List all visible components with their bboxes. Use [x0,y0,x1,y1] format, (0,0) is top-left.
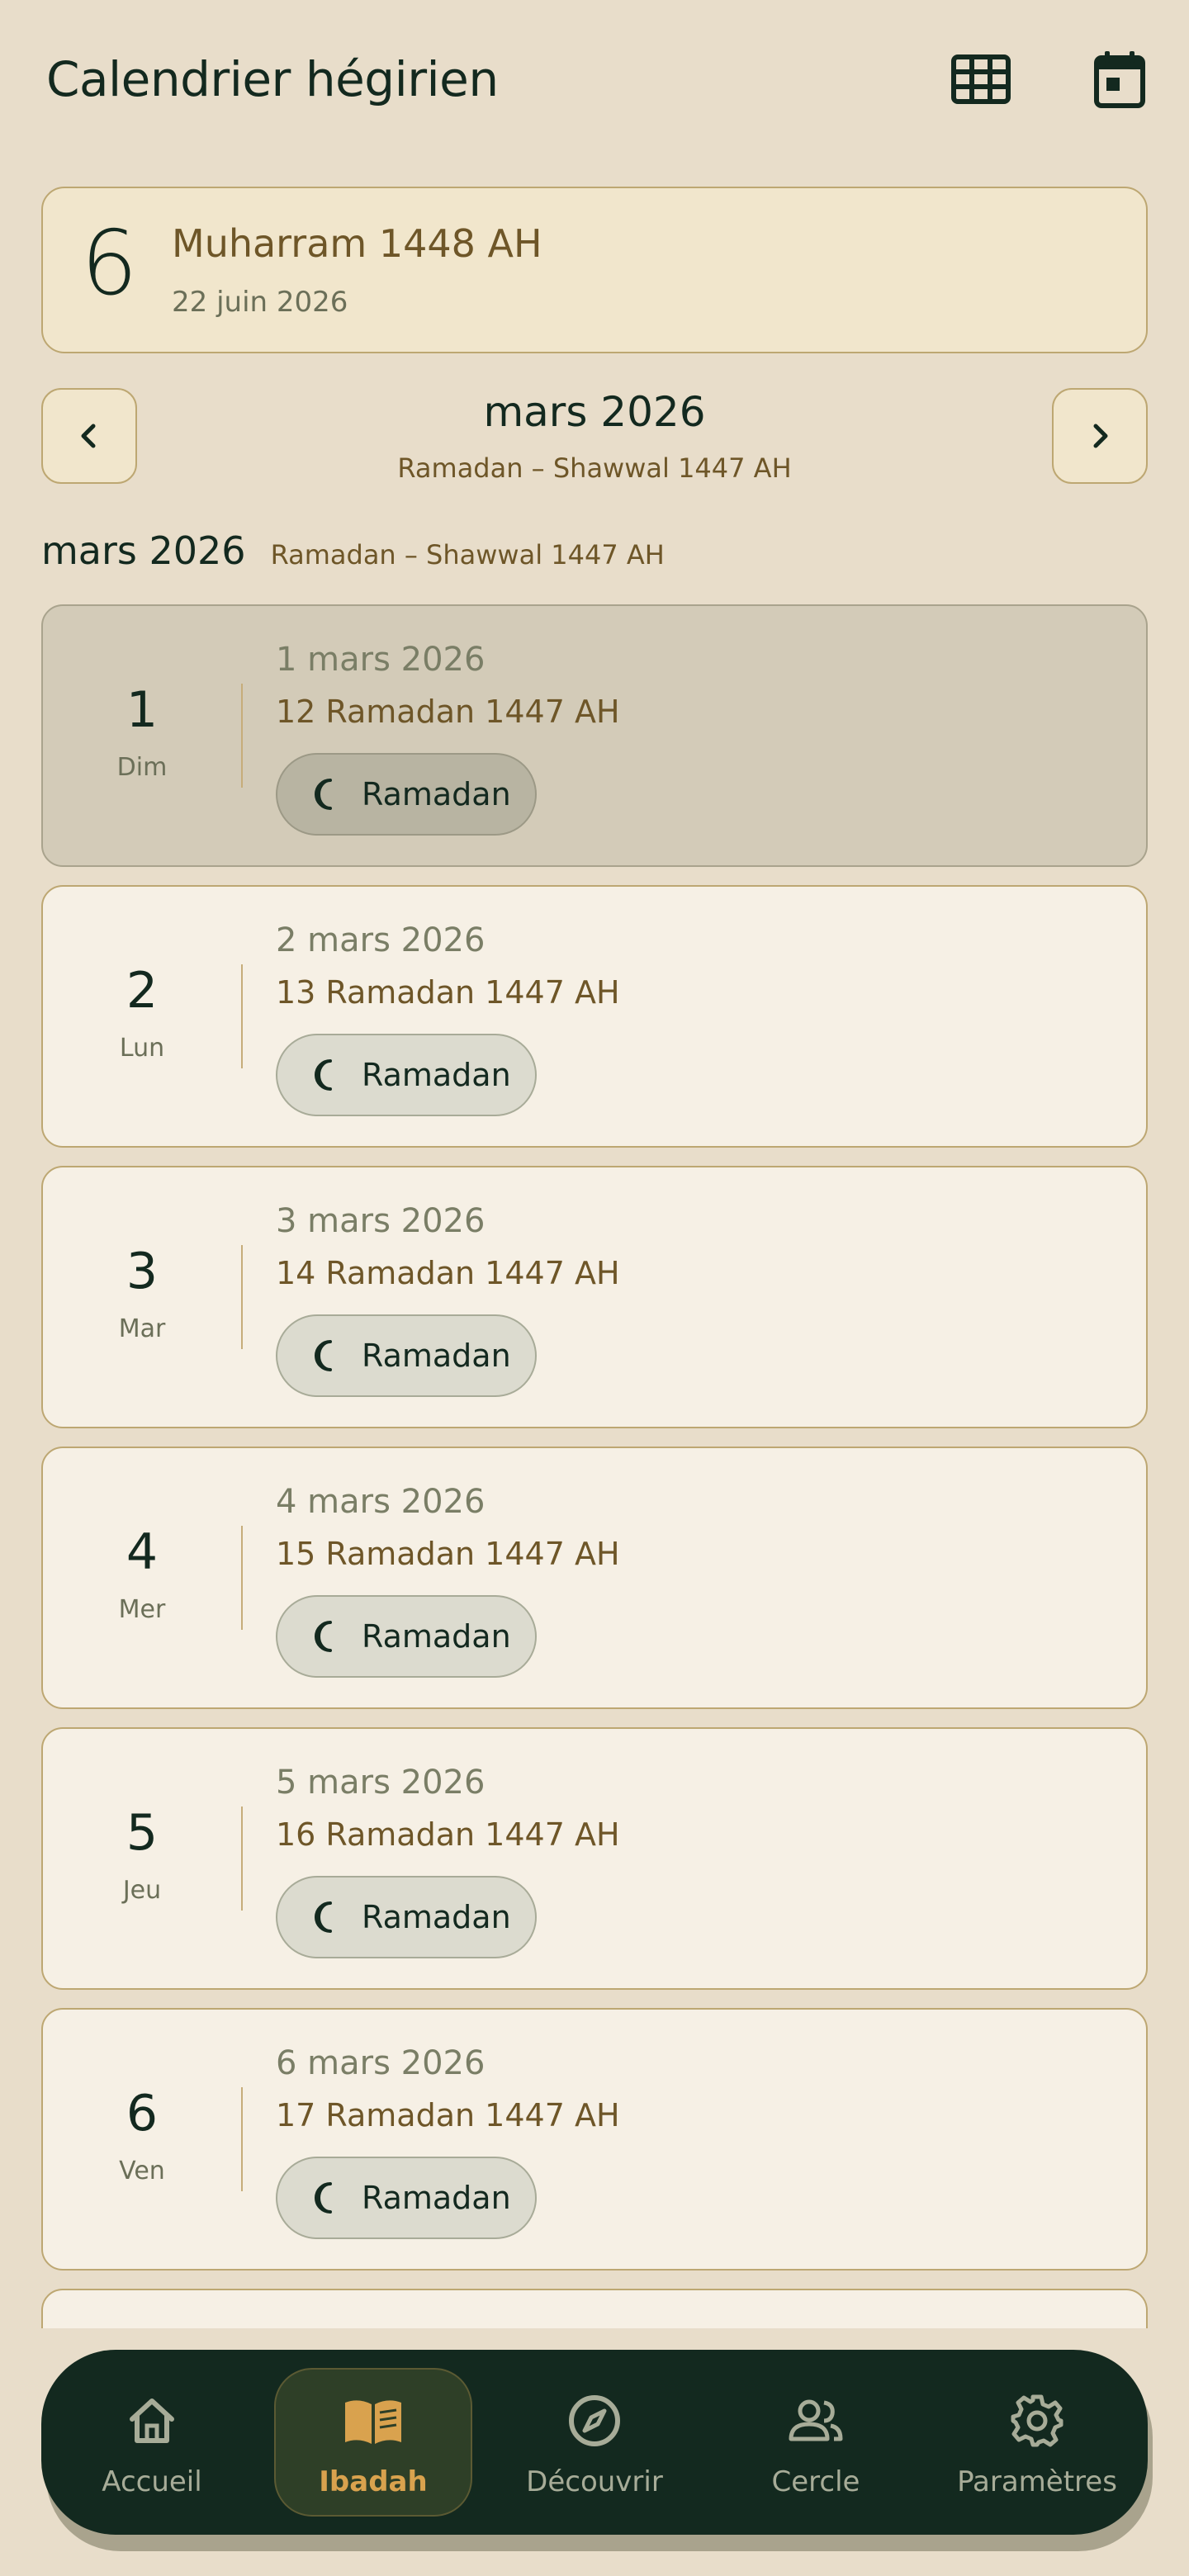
gregorian-date: 4 mars 2026 [276,1483,486,1521]
ramadan-tag[interactable]: Ramadan [276,753,537,836]
tag-label: Ramadan [362,2180,511,2216]
crescent-moon-icon [315,1621,332,1652]
bottom-nav-bar: Accueil Ibadah Découvrir Cercle Paramètr… [41,2350,1148,2535]
day-list[interactable]: 1 Dim 1 mars 2026 12 Ramadan 1447 AH Ram… [41,604,1148,2328]
hijri-date: 14 Ramadan 1447 AH [276,1255,620,1291]
tag-label: Ramadan [362,1618,511,1655]
nav-label: Cercle [771,2465,860,2498]
book-icon [345,2400,401,2444]
day-number: 1 [126,681,159,739]
hijri-date: 15 Ramadan 1447 AH [276,1536,620,1572]
chevron-right-icon [1093,424,1108,448]
people-icon [789,2399,843,2441]
day-number: 5 [126,1804,159,1862]
crescent-moon-icon [315,1059,332,1091]
day-weekday: Dim [116,753,168,782]
app-header: Calendrier hégirien [0,0,1189,165]
crescent-moon-icon [315,1901,332,1933]
divider [241,964,243,1068]
hijri-calendar-screen: Calendrier hégirien 6 Muharram 1448 AH 2 [0,0,1189,2576]
gregorian-date: 5 mars 2026 [276,1764,486,1802]
gregorian-date: 2 mars 2026 [276,921,486,959]
day-weekday: Mer [118,1595,166,1624]
nav-label: Découvrir [526,2465,663,2498]
hijri-date: 12 Ramadan 1447 AH [276,694,620,730]
day-card[interactable]: 5 Jeu 5 mars 2026 16 Ramadan 1447 AH Ram… [41,1727,1148,1990]
today-gregorian-date: 22 juin 2026 [172,286,348,319]
day-number: 4 [126,1523,159,1581]
nav-item-ibadah[interactable]: Ibadah [263,2350,484,2535]
day-card[interactable]: 1 Dim 1 mars 2026 12 Ramadan 1447 AH Ram… [41,604,1148,867]
hijri-date: 17 Ramadan 1447 AH [276,2097,620,2133]
nav-item-parametres[interactable]: Paramètres [926,2350,1148,2535]
crescent-moon-icon [315,2182,332,2214]
day-card[interactable]: 6 Ven 6 mars 2026 17 Ramadan 1447 AH Ram… [41,2008,1148,2271]
tag-label: Ramadan [362,1057,511,1093]
month-title: mars 2026 [483,388,706,436]
ramadan-tag[interactable]: Ramadan [276,2157,537,2239]
divider [241,1807,243,1911]
day-card[interactable]: 2 Lun 2 mars 2026 13 Ramadan 1447 AH Ram… [41,885,1148,1148]
next-month-button[interactable] [1052,388,1148,484]
day-weekday: Lun [119,1034,165,1063]
ramadan-tag[interactable]: Ramadan [276,1034,537,1116]
home-icon [130,2398,174,2443]
crescent-moon-icon [315,1340,332,1371]
day-weekday: Jeu [122,1876,162,1905]
nav-label: Ibadah [319,2465,428,2498]
nav-label: Accueil [102,2465,202,2498]
day-card[interactable]: 4 Mer 4 mars 2026 15 Ramadan 1447 AH Ram… [41,1447,1148,1709]
ramadan-tag[interactable]: Ramadan [276,1595,537,1678]
calendar-today-icon [1094,51,1145,108]
section-header: mars 2026 Ramadan – Shawwal 1447 AH [41,528,665,573]
ramadan-tag[interactable]: Ramadan [276,1876,537,1958]
calendar-today-button[interactable] [1087,46,1153,112]
day-card[interactable]: 3 Mar 3 mars 2026 14 Ramadan 1447 AH Ram… [41,1166,1148,1428]
today-card[interactable]: 6 Muharram 1448 AH 22 juin 2026 [41,187,1148,353]
crescent-moon-icon [315,779,332,810]
day-card-partial[interactable] [41,2289,1148,2328]
grid-view-icon [951,54,1011,104]
ramadan-tag[interactable]: Ramadan [276,1314,537,1397]
hijri-date: 13 Ramadan 1447 AH [276,974,620,1011]
gear-icon [1011,2394,1063,2447]
page-title: Calendrier hégirien [46,51,499,107]
month-hijri-range: Ramadan – Shawwal 1447 AH [397,452,792,484]
today-hijri-date: Muharram 1448 AH [172,221,542,266]
day-number: 2 [126,962,159,1020]
gregorian-date: 1 mars 2026 [276,641,486,679]
tag-label: Ramadan [362,1899,511,1935]
day-weekday: Mar [118,1314,166,1343]
divider [241,2087,243,2191]
divider [241,684,243,788]
gregorian-date: 3 mars 2026 [276,1202,486,1240]
divider [241,1526,243,1630]
hijri-date: 16 Ramadan 1447 AH [276,1816,620,1853]
day-weekday: Ven [119,2157,165,2185]
day-number: 3 [126,1243,159,1300]
today-day-number: 6 [81,212,138,315]
nav-label: Paramètres [957,2465,1117,2498]
tag-label: Ramadan [362,776,511,812]
tag-label: Ramadan [362,1338,511,1374]
compass-icon [569,2395,620,2446]
nav-item-cercle[interactable]: Cercle [705,2350,926,2535]
section-hijri-range: Ramadan – Shawwal 1447 AH [270,539,665,571]
gregorian-date: 6 mars 2026 [276,2044,486,2082]
section-month: mars 2026 [41,528,246,573]
nav-item-accueil[interactable]: Accueil [41,2350,263,2535]
divider [241,1245,243,1349]
day-number: 6 [126,2085,159,2143]
grid-view-button[interactable] [948,46,1014,112]
nav-item-decouvrir[interactable]: Découvrir [484,2350,705,2535]
